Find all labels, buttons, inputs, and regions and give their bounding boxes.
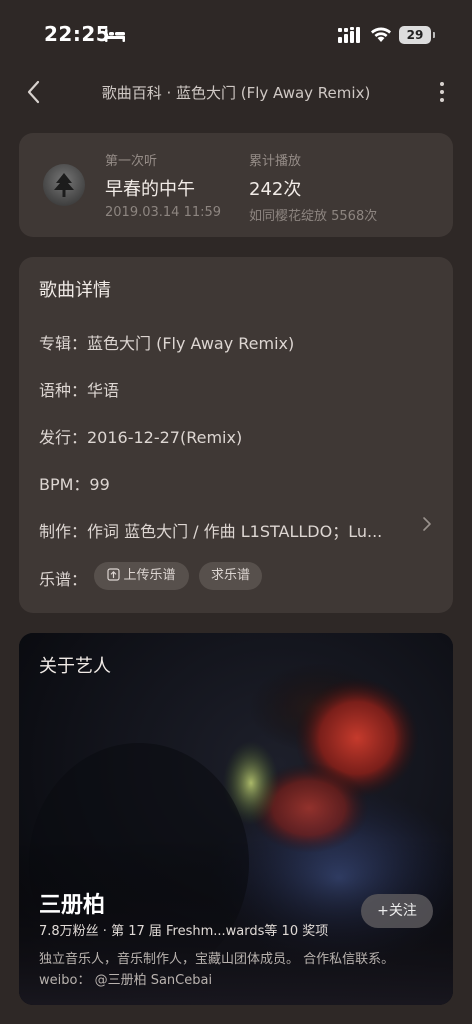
- first-listen-label: 第一次听: [105, 154, 158, 169]
- cellular-signal-icon: [338, 27, 360, 43]
- chevron-right-icon[interactable]: [421, 516, 433, 532]
- follow-button[interactable]: +关注: [361, 894, 433, 928]
- credits-row[interactable]: 制作：作词 蓝色大门 / 作曲 L1STALLDO；Lu...: [39, 518, 429, 542]
- artist-name[interactable]: 三册柏: [39, 887, 105, 919]
- first-listen-value: 早春的中午: [105, 179, 195, 200]
- first-listen-date: 2019.03.14 11:59: [105, 205, 222, 220]
- page-title: 歌曲百科 · 蓝色大门 (Fly Away Remix): [101, 84, 371, 102]
- song-details-heading: 歌曲详情: [39, 280, 111, 301]
- play-count-label: 累计播放: [249, 154, 302, 169]
- artist-bio: 独立音乐人，音乐制作人，宝藏山团体成员。 合作私信联系。 weibo： @三册柏…: [39, 952, 395, 988]
- language-row: 语种：华语: [39, 381, 120, 400]
- status-bar: 22:25 29: [0, 0, 472, 64]
- upload-sheet-label: 上传乐谱: [123, 568, 176, 583]
- sheet-music-label: 乐谱：: [39, 570, 88, 589]
- listening-history-card: 第一次听 早春的中午 2019.03.14 11:59 累计播放 242次 如同…: [19, 133, 453, 237]
- upload-sheet-button[interactable]: 上传乐谱: [94, 562, 189, 590]
- play-count-note: 如同樱花绽放 5568次: [249, 209, 378, 224]
- upload-icon: [107, 568, 121, 581]
- song-details-card: 歌曲详情 专辑：蓝色大门 (Fly Away Remix) 语种：华语 发行：2…: [19, 257, 453, 613]
- more-options-icon[interactable]: [430, 78, 454, 106]
- tree-silhouette-icon: [54, 173, 74, 197]
- sleep-focus-icon: [105, 29, 125, 42]
- request-sheet-button[interactable]: 求乐谱: [199, 562, 262, 590]
- about-artist-heading: 关于艺人: [39, 656, 111, 677]
- artist-stats: 7.8万粉丝 · 第 17 届 Freshm...wards等 10 奖项: [39, 924, 329, 939]
- album-row[interactable]: 专辑：蓝色大门 (Fly Away Remix): [39, 330, 294, 354]
- release-row: 发行：2016-12-27(Remix): [39, 428, 243, 447]
- user-avatar[interactable]: [43, 164, 85, 206]
- status-time: 22:25: [44, 22, 111, 46]
- play-count-value: 242次: [249, 179, 302, 200]
- bpm-row: BPM：99: [39, 475, 110, 494]
- battery-indicator: 29: [399, 26, 435, 44]
- top-nav: 歌曲百科 · 蓝色大门 (Fly Away Remix): [0, 70, 472, 114]
- about-artist-card[interactable]: 关于艺人 三册柏 7.8万粉丝 · 第 17 届 Freshm...wards等…: [19, 633, 453, 1005]
- wifi-icon: [371, 27, 391, 42]
